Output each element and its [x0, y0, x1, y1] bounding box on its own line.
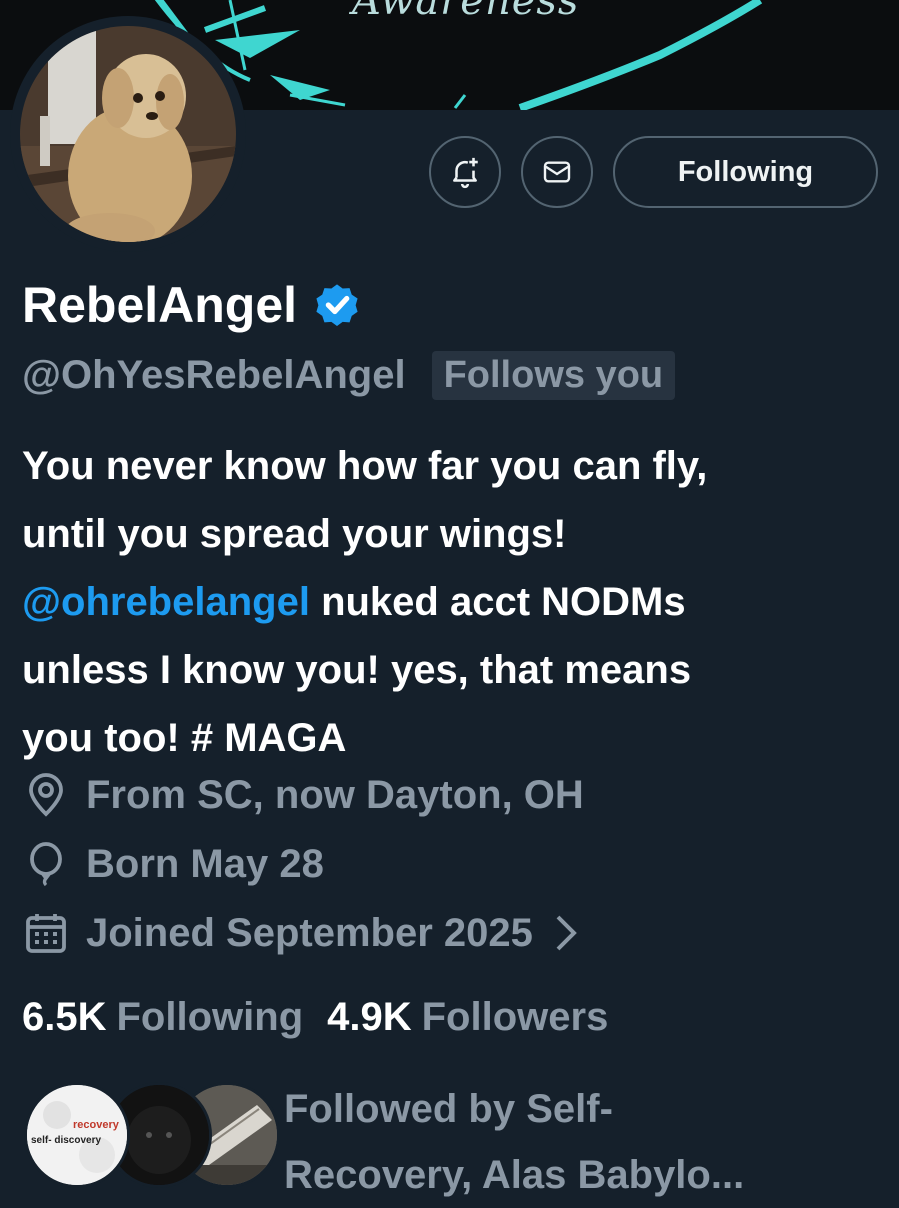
message-button[interactable]: [521, 136, 593, 208]
bio-mention-link[interactable]: @ohrebelangel: [22, 580, 310, 624]
followed-by-line: Followed by Self-: [284, 1087, 613, 1131]
followers-count: 4.9K: [327, 994, 412, 1039]
display-name-row: RebelAngel: [22, 276, 363, 334]
user-handle: @OhYesRebelAngel: [22, 352, 406, 397]
display-name: RebelAngel: [22, 277, 298, 333]
balloon-icon: [30, 842, 62, 887]
bell-plus-icon: [453, 157, 478, 189]
envelope-icon: [543, 161, 571, 183]
avatar-text-bottom: self- discovery: [31, 1135, 102, 1146]
banner-text: Awareness: [352, 0, 580, 24]
chevron-right-icon: [556, 915, 577, 951]
bio-line: unless I know you! yes, that means: [22, 648, 692, 692]
location-row: From SC, now Dayton, OH: [22, 768, 584, 822]
birthday-row: Born May 28: [22, 837, 324, 891]
follower-avatar-self-recovery: recovery self- discovery: [24, 1082, 130, 1188]
location-text: From SC, now Dayton, OH: [86, 772, 584, 817]
joined-text: Joined September 2025: [86, 910, 533, 955]
handle-row: @OhYesRebelAngel Follows you: [22, 348, 676, 402]
avatar-text-top: recovery: [73, 1119, 119, 1131]
bio-line: @ohrebelangel nuked acct NODMs: [22, 568, 892, 636]
following-count-link[interactable]: 6.5K Following: [22, 995, 327, 1040]
followed-by-text[interactable]: Followed by Self- Recovery, Alas Babylo.…: [284, 1076, 884, 1208]
avatar-photo: [20, 26, 236, 242]
notifications-button[interactable]: [429, 136, 501, 208]
bio-text: nuked acct NODMs: [309, 580, 686, 624]
followed-by-avatars[interactable]: recovery self- discovery: [24, 1082, 280, 1190]
follows-you-badge: Follows you: [431, 350, 676, 400]
following-label: Following: [116, 994, 304, 1039]
bio-line: you too! # MAGA: [22, 716, 347, 760]
bio-line: until you spread your wings!: [22, 512, 567, 556]
profile-avatar[interactable]: [10, 16, 246, 252]
birthday-text: Born May 28: [86, 841, 324, 886]
followers-label: Followers: [421, 994, 609, 1039]
bio-line: You never know how far you can fly,: [22, 444, 708, 488]
following-count: 6.5K: [22, 994, 107, 1039]
location-pin-icon: [29, 773, 63, 817]
verified-badge-icon[interactable]: [311, 279, 363, 331]
joined-row[interactable]: Joined September 2025: [22, 906, 581, 960]
calendar-icon: [26, 914, 66, 953]
followers-count-link[interactable]: 4.9K Followers: [327, 995, 632, 1040]
following-button[interactable]: Following: [613, 136, 878, 208]
follow-counts: 6.5K Following 4.9K Followers: [22, 990, 632, 1044]
profile-bio: You never know how far you can fly, unti…: [22, 432, 892, 772]
followed-by-line: Recovery, Alas Babylo...: [284, 1153, 745, 1197]
